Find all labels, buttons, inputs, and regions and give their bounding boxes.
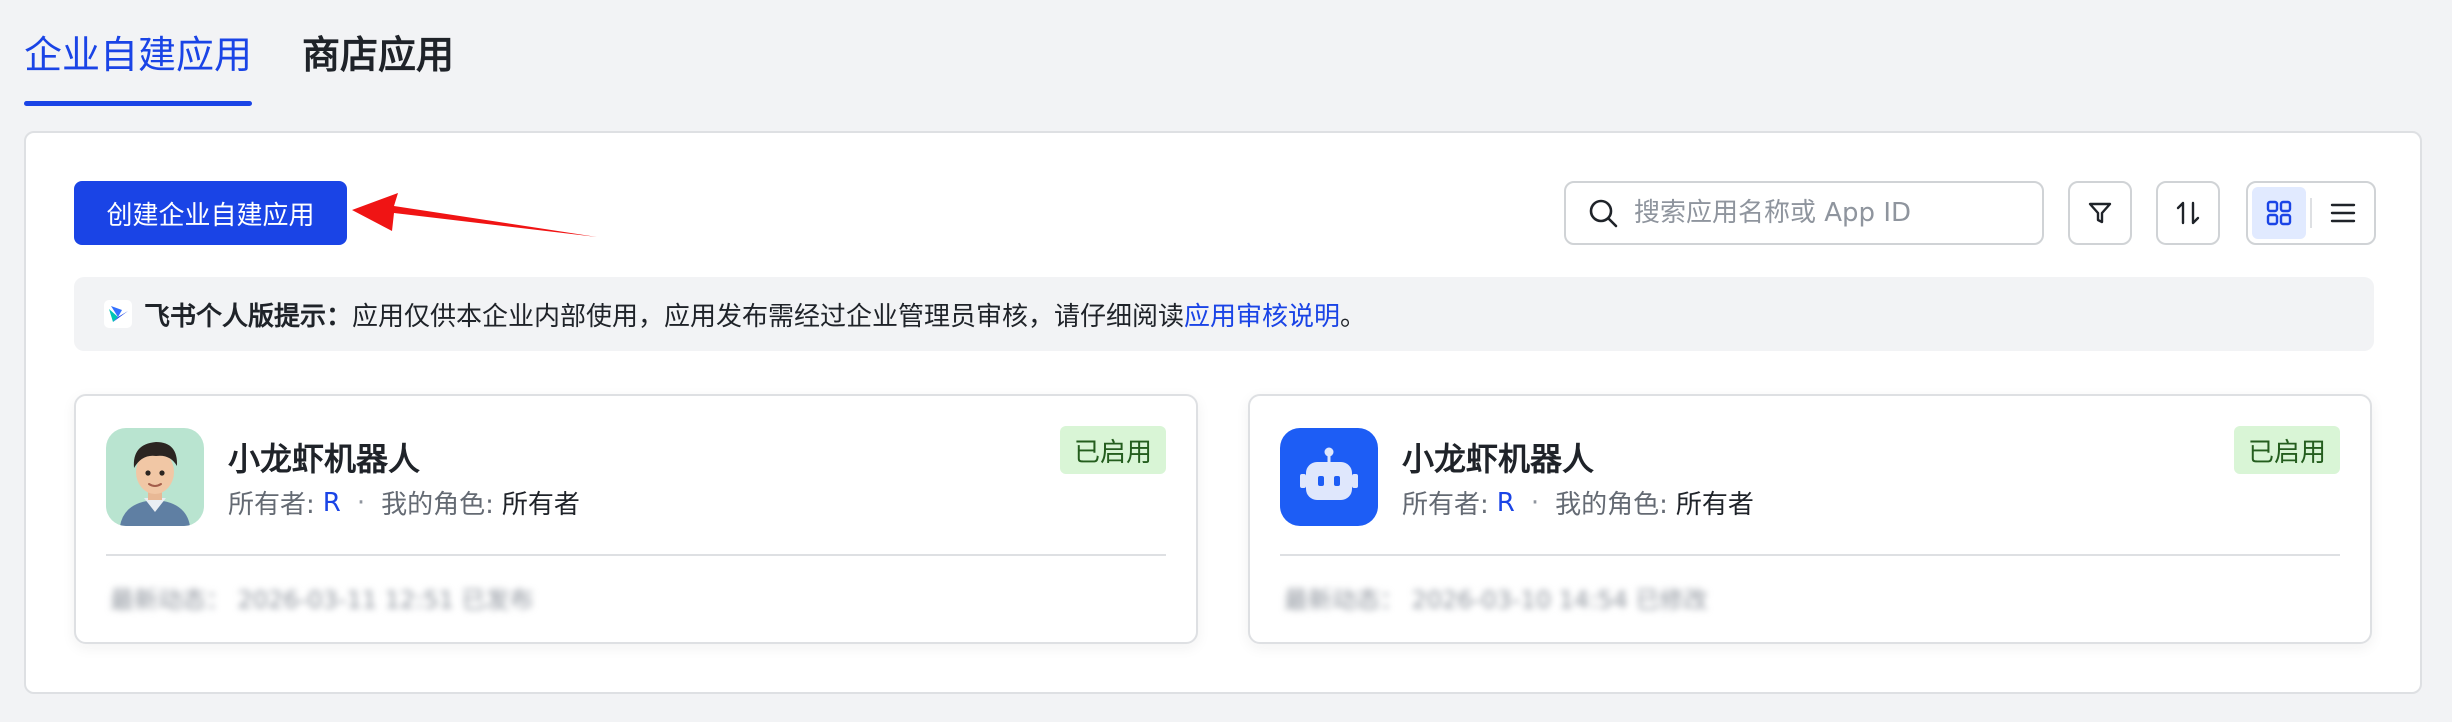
review-guide-link[interactable]: 应用审核说明	[1184, 296, 1340, 333]
app-name: 小龙虾机器人	[228, 440, 421, 478]
app-meta: 所有者: R · 我的角色: 所有者	[1402, 484, 1754, 521]
role-value: 所有者	[501, 490, 580, 520]
apps-panel: 创建企业自建应用 搜索应用名称或 App ID 飞书个人版提示： 应用仅供本企业…	[24, 131, 2422, 694]
app-name: 小龙虾机器人	[1402, 440, 1595, 478]
cartoon-boy-avatar-icon	[106, 428, 204, 526]
app-activity: 最新动态： 2026-03-10 14:54 已修改	[1284, 586, 1708, 614]
owner-label: 所有者:	[228, 490, 315, 520]
owner-value[interactable]: R	[323, 488, 341, 518]
search-input[interactable]	[1634, 198, 2014, 228]
app-avatar	[1280, 428, 1378, 526]
card-divider	[1280, 554, 2340, 556]
tab-store-apps[interactable]: 商店应用	[302, 0, 454, 106]
robot-icon	[1280, 428, 1378, 526]
notice-text: 应用仅供本企业内部使用，应用发布需经过企业管理员审核，请仔细阅读	[352, 301, 1185, 332]
owner-value[interactable]: R	[1497, 488, 1515, 518]
grid-view-button[interactable]	[2252, 187, 2307, 239]
tab-enterprise-apps[interactable]: 企业自建应用	[24, 0, 253, 106]
app-activity: 最新动态： 2026-03-11 12:51 已发布	[110, 586, 534, 614]
meta-separator: ·	[1530, 487, 1540, 518]
notice-banner: 飞书个人版提示： 应用仅供本企业内部使用，应用发布需经过企业管理员审核，请仔细阅…	[74, 277, 2374, 351]
list-icon	[2330, 203, 2356, 223]
app-avatar	[106, 428, 204, 526]
sort-button[interactable]	[2156, 181, 2220, 245]
filter-button[interactable]	[2068, 181, 2132, 245]
notice-label: 飞书个人版提示：	[144, 301, 353, 332]
app-card[interactable]: 小龙虾机器人 所有者: R · 我的角色: 所有者 已启用 最新动态： 2026…	[1248, 394, 2372, 644]
role-value: 所有者	[1675, 490, 1754, 520]
view-toggle	[2246, 181, 2376, 245]
list-view-button[interactable]	[2316, 187, 2370, 239]
create-app-button[interactable]: 创建企业自建应用	[74, 181, 347, 245]
app-meta: 所有者: R · 我的角色: 所有者	[228, 484, 580, 521]
app-card[interactable]: 小龙虾机器人 所有者: R · 我的角色: 所有者 已启用 最新动态： 2026…	[74, 394, 1198, 644]
annotation-arrow	[352, 193, 597, 237]
search-box[interactable]	[1564, 181, 2044, 245]
role-label: 我的角色:	[381, 490, 494, 520]
feishu-logo-icon	[104, 300, 132, 328]
sort-icon	[2176, 201, 2200, 225]
tab-bar: 企业自建应用 商店应用	[24, 0, 504, 106]
role-label: 我的角色:	[1555, 490, 1668, 520]
status-badge: 已启用	[2233, 426, 2340, 474]
notice-end: 。	[1340, 301, 1367, 332]
meta-separator: ·	[356, 487, 366, 518]
filter-icon	[2088, 202, 2112, 224]
search-icon	[1589, 199, 1618, 228]
status-badge: 已启用	[1059, 426, 1166, 474]
card-divider	[106, 554, 1166, 556]
owner-label: 所有者:	[1402, 490, 1489, 520]
toggle-divider	[2310, 198, 2312, 228]
grid-icon	[2266, 200, 2292, 226]
